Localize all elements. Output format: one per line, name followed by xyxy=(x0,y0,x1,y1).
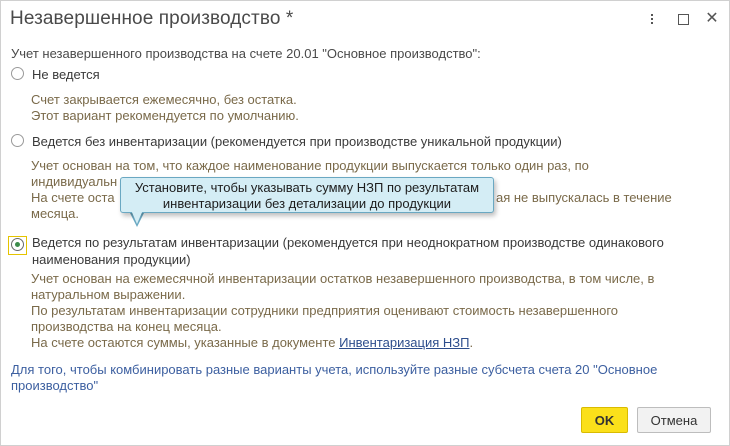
radio-option-not-kept[interactable]: Не ведется xyxy=(11,66,100,83)
radio-option-by-inventory[interactable]: Ведется по результатам инвентаризации (р… xyxy=(11,234,664,268)
close-icon[interactable]: ✕ xyxy=(702,9,722,29)
tooltip-arrow-inner xyxy=(131,210,143,224)
more-vertical-icon[interactable] xyxy=(642,9,662,29)
radio-button-selected[interactable] xyxy=(11,238,24,251)
option-description-by-inventory: Учет основан на ежемесячной инвентаризац… xyxy=(31,271,655,350)
tooltip: Установите, чтобы указывать сумму НЗП по… xyxy=(120,177,494,213)
radio-button[interactable] xyxy=(11,134,24,147)
window-title: Незавершенное производство * xyxy=(10,8,294,29)
inventory-wip-link[interactable]: Инвентаризация НЗП xyxy=(339,335,469,350)
cancel-button[interactable]: Отмена xyxy=(637,407,711,433)
option-label: Ведется без инвентаризации (рекомендуетс… xyxy=(32,134,562,149)
radio-option-without-inventory[interactable]: Ведется без инвентаризации (рекомендуетс… xyxy=(11,133,562,150)
maximize-icon[interactable] xyxy=(673,9,693,29)
form-heading: Учет незавершенного производства на счет… xyxy=(11,46,481,61)
option-description-not-kept: Счет закрывается ежемесячно, без остатка… xyxy=(31,92,299,123)
option-label: Ведется по результатам инвентаризации (р… xyxy=(32,235,664,267)
option-label: Не ведется xyxy=(32,67,100,82)
ok-button[interactable]: OK xyxy=(581,407,628,433)
dialog-window: Незавершенное производство * ✕ Учет неза… xyxy=(0,0,730,446)
info-note: Для того, чтобы комбинировать разные вар… xyxy=(11,362,658,393)
radio-button[interactable] xyxy=(11,67,24,80)
